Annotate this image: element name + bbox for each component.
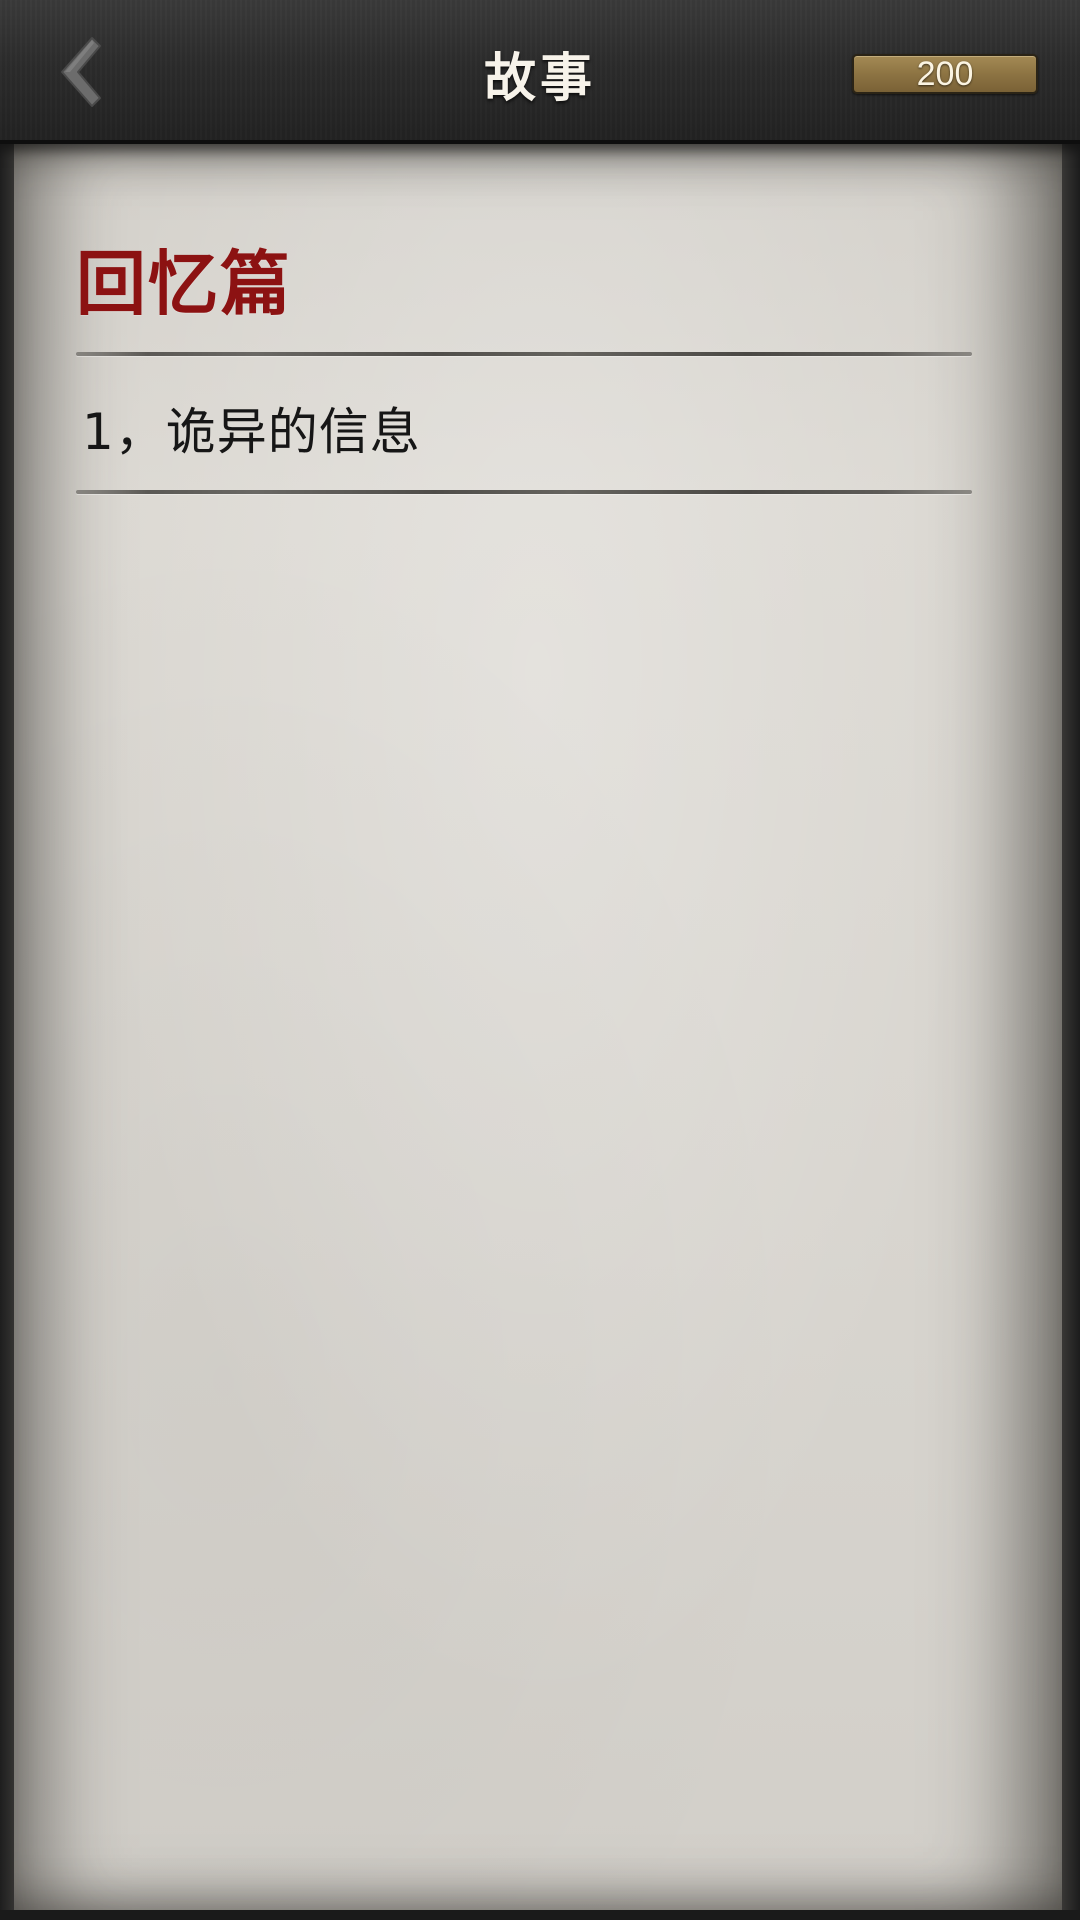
divider — [76, 490, 972, 494]
paper-edge-bottom — [0, 1910, 1080, 1920]
chapter-item[interactable]: 1，诡异的信息 — [76, 362, 972, 486]
section-title: 回忆篇 — [76, 242, 292, 325]
top-bar: 故事 200 — [0, 0, 1080, 144]
chapter-label: 1，诡异的信息 — [82, 403, 421, 461]
story-screen: 故事 200 回忆篇 1，诡异的信息 — [0, 0, 1080, 1920]
divider — [76, 352, 972, 356]
paper-edge-right — [1060, 142, 1080, 1920]
currency-badge: 200 — [852, 54, 1038, 94]
currency-value: 200 — [916, 55, 974, 93]
